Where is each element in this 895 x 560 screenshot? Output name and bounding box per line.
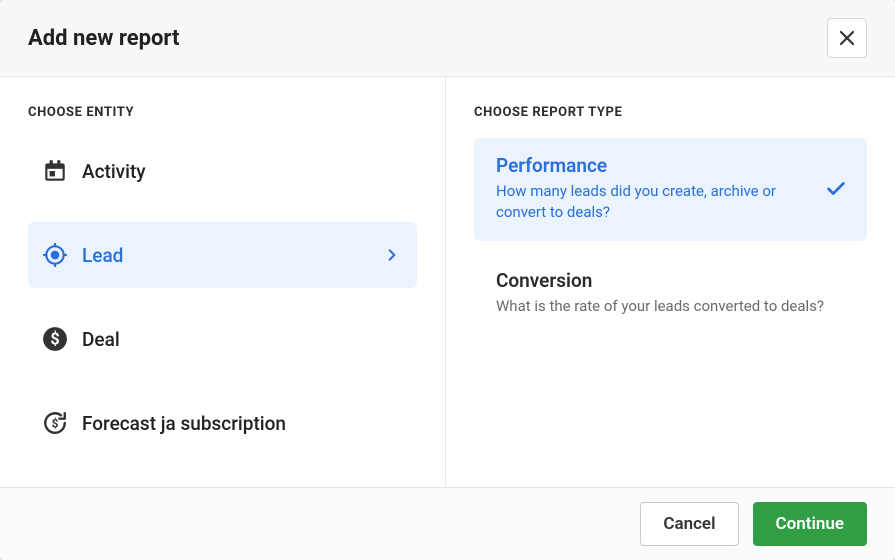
modal-footer: Cancel Continue: [0, 487, 895, 560]
choose-entity-label: CHOOSE ENTITY: [28, 105, 417, 120]
entity-list: Activity Lead $ Deal: [28, 138, 417, 456]
report-type-text: Conversion What is the rate of your lead…: [496, 269, 847, 317]
continue-button[interactable]: Continue: [753, 502, 868, 546]
entity-item-label: Activity: [82, 160, 399, 183]
svg-text:$: $: [50, 329, 59, 348]
entity-item-label: Lead: [82, 244, 385, 267]
check-icon: [825, 178, 847, 200]
close-button[interactable]: [827, 18, 867, 58]
report-type-list: Performance How many leads did you creat…: [474, 138, 867, 335]
modal-title: Add new report: [28, 26, 179, 51]
dollar-circle-icon: $: [42, 326, 82, 352]
entity-item-label: Forecast ja subscription: [82, 412, 399, 435]
report-type-title: Conversion: [496, 269, 827, 292]
choose-report-type-panel: CHOOSE REPORT TYPE Performance How many …: [446, 77, 895, 487]
entity-item-forecast[interactable]: $ Forecast ja subscription: [28, 390, 417, 456]
cancel-button[interactable]: Cancel: [640, 502, 738, 546]
refresh-dollar-icon: $: [42, 410, 82, 436]
entity-item-activity[interactable]: Activity: [28, 138, 417, 204]
target-icon: [42, 242, 82, 268]
entity-item-lead[interactable]: Lead: [28, 222, 417, 288]
close-icon: [839, 30, 855, 46]
report-type-text: Performance How many leads did you creat…: [496, 154, 825, 223]
report-type-title: Performance: [496, 154, 805, 177]
report-type-conversion[interactable]: Conversion What is the rate of your lead…: [474, 253, 867, 335]
report-type-desc: How many leads did you create, archive o…: [496, 181, 805, 223]
report-type-desc: What is the rate of your leads converted…: [496, 296, 827, 317]
svg-text:$: $: [52, 416, 59, 430]
modal-header: Add new report: [0, 0, 895, 77]
calendar-icon: [42, 158, 82, 184]
chevron-right-icon: [385, 248, 399, 262]
report-type-performance[interactable]: Performance How many leads did you creat…: [474, 138, 867, 241]
entity-item-label: Deal: [82, 328, 399, 351]
entity-item-deal[interactable]: $ Deal: [28, 306, 417, 372]
choose-entity-panel: CHOOSE ENTITY Activity Lead: [0, 77, 446, 487]
add-report-modal: Add new report CHOOSE ENTITY Activity: [0, 0, 895, 560]
choose-report-type-label: CHOOSE REPORT TYPE: [474, 105, 867, 120]
modal-body: CHOOSE ENTITY Activity Lead: [0, 77, 895, 487]
